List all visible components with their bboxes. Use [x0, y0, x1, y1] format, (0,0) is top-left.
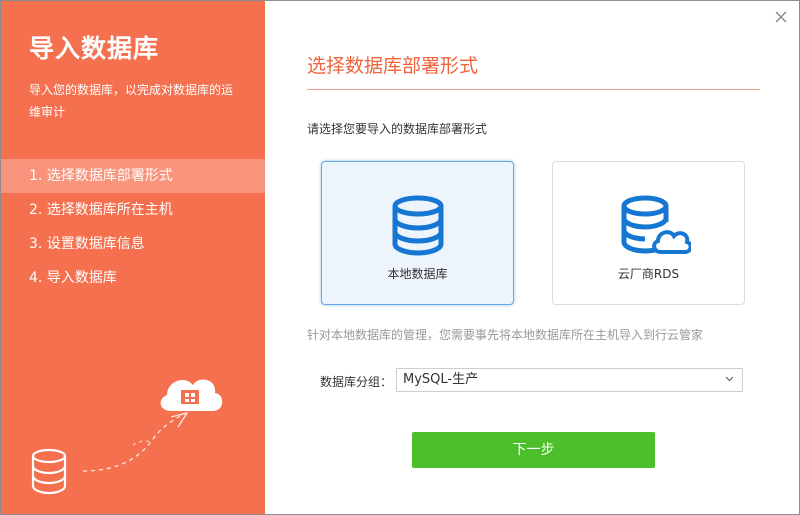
page-title: 选择数据库部署形式: [307, 55, 479, 77]
import-illustration: [31, 379, 223, 495]
sidebar: 导入数据库 导入您的数据库，以完成对数据库的运维审计 1. 选择数据库部署形式 …: [1, 1, 265, 514]
cloud-icon: [160, 379, 223, 411]
database-group-label: 数据库分组：: [320, 375, 393, 389]
option-hint: 针对本地数据库的管理，您需要事先将本地数据库所在主机导入到行云管家: [307, 328, 704, 342]
option-label: 云厂商RDS: [617, 267, 680, 281]
import-database-dialog: 导入数据库 导入您的数据库，以完成对数据库的运维审计 1. 选择数据库部署形式 …: [0, 0, 800, 515]
step-item-2[interactable]: 2. 选择数据库所在主机: [1, 193, 265, 227]
close-button[interactable]: [771, 7, 791, 27]
title-divider: [307, 89, 760, 90]
option-cloud-rds[interactable]: 云厂商RDS: [552, 161, 745, 305]
close-icon: [775, 11, 787, 23]
sidebar-description: 导入您的数据库，以完成对数据库的运维审计: [29, 83, 234, 119]
selection-prompt: 请选择您要导入的数据库部署形式: [307, 122, 488, 136]
database-group-value: MySQL-生产: [403, 372, 479, 387]
database-icon: [392, 195, 443, 256]
next-button[interactable]: 下一步: [412, 432, 655, 468]
step-item-4[interactable]: 4. 导入数据库: [1, 261, 265, 295]
step-item-3[interactable]: 3. 设置数据库信息: [1, 227, 265, 261]
cloud-database-icon: [621, 195, 691, 254]
database-icon: [31, 448, 67, 495]
option-local-database[interactable]: 本地数据库: [321, 161, 514, 305]
step-list: 1. 选择数据库部署形式 2. 选择数据库所在主机 3. 设置数据库信息 4. …: [1, 159, 265, 295]
database-group-select[interactable]: MySQL-生产: [396, 368, 743, 392]
chevron-down-icon: [725, 376, 734, 382]
step-item-1[interactable]: 1. 选择数据库部署形式: [1, 159, 265, 193]
option-label: 本地数据库: [387, 267, 448, 281]
sidebar-title: 导入数据库: [29, 34, 160, 63]
